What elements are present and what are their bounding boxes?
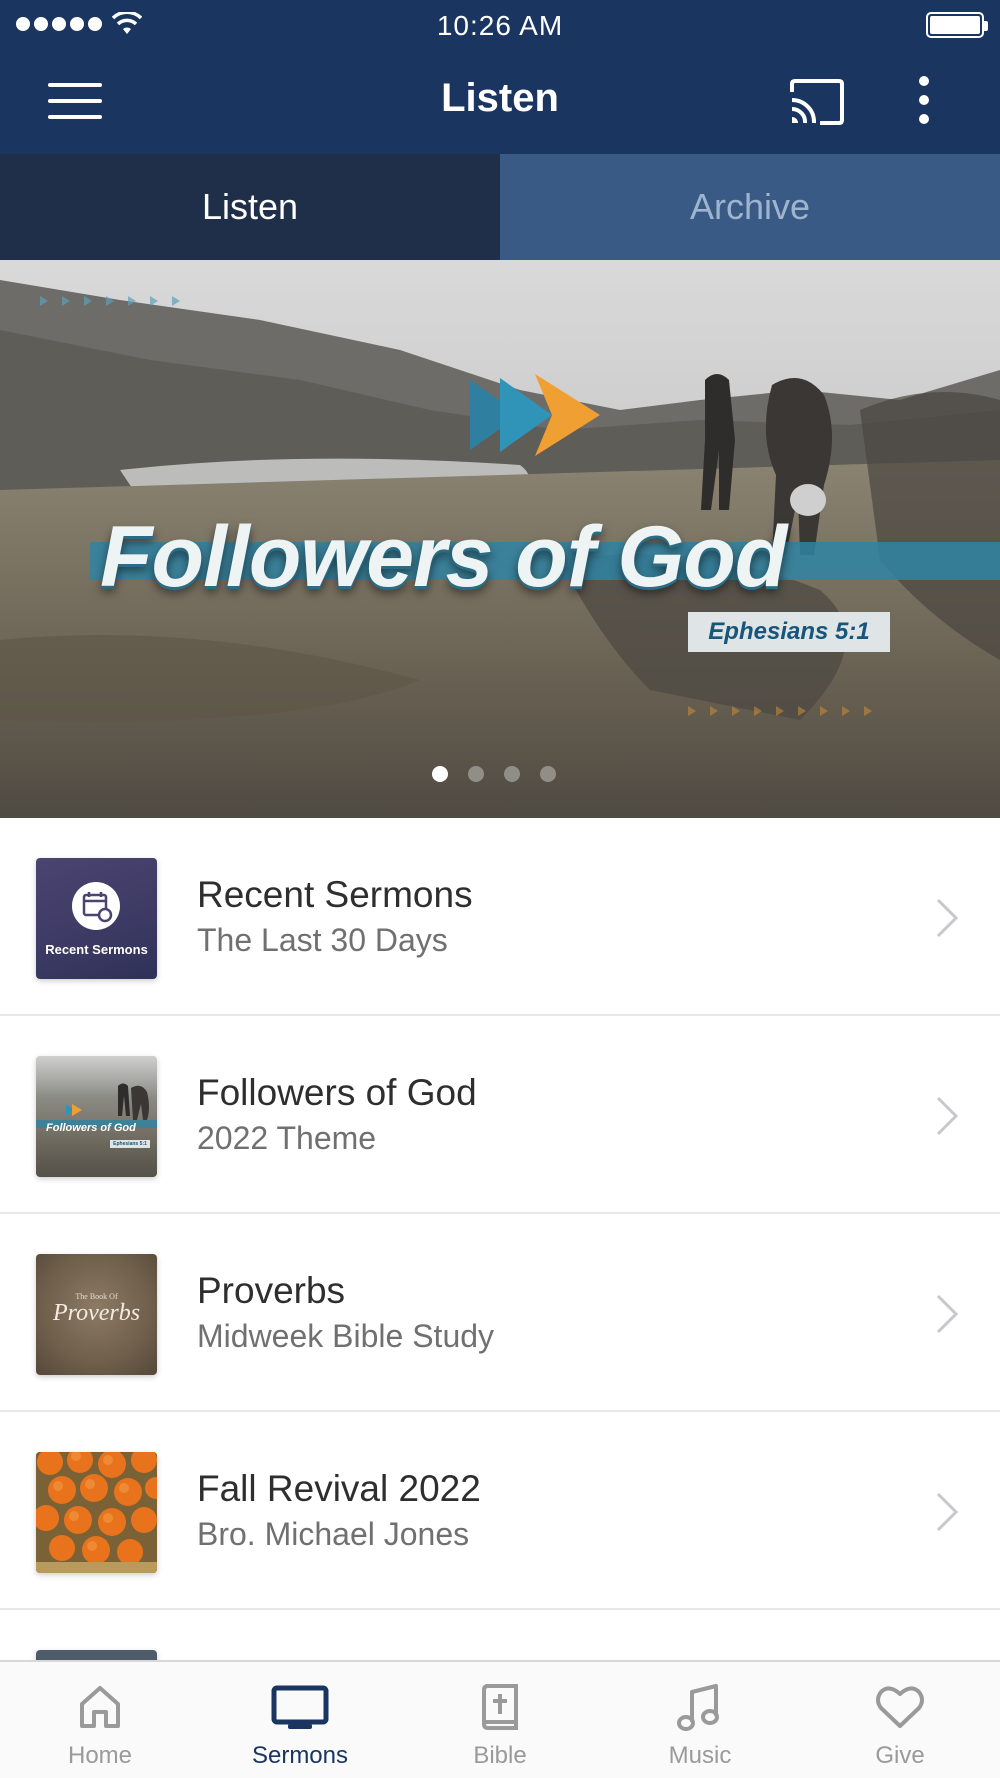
list-item-proverbs[interactable]: The Book Of Proverbs Proverbs Midweek Bi…	[0, 1214, 1000, 1412]
thumbnail-label: Followers of God	[46, 1122, 136, 1134]
series-thumbnail	[36, 1650, 157, 1660]
series-thumbnail: The Book Of Proverbs	[36, 1254, 157, 1375]
bottom-tab-sermons[interactable]: Sermons	[200, 1662, 400, 1778]
list-item-followers-of-god[interactable]: Followers of God Ephesians 5:1 Followers…	[0, 1016, 1000, 1214]
music-note-icon	[677, 1684, 719, 1731]
hero-banner[interactable]: Followers of God Ephesians 5:1	[0, 260, 1000, 818]
list-item-title: Followers of God	[197, 1072, 477, 1113]
bottom-tab-label: Bible	[473, 1742, 527, 1769]
list-item-recent-sermons[interactable]: Recent Sermons Recent Sermons The Last 3…	[0, 818, 1000, 1016]
top-bar: 10:26 AM Listen	[0, 0, 1000, 154]
chevron-right-icon	[936, 1492, 959, 1532]
more-vertical-icon	[919, 76, 929, 86]
nav-bar: Listen	[0, 50, 1000, 154]
list-item-subtitle: 2022 Theme	[197, 1120, 377, 1156]
bottom-tab-label: Sermons	[251, 1742, 349, 1769]
carousel-dot-1[interactable]	[432, 766, 448, 782]
bottom-tab-bar: Home Sermons Bible Music Give	[0, 1660, 1000, 1778]
home-icon	[80, 1686, 120, 1728]
thumbnail-reference: Ephesians 5:1	[110, 1140, 150, 1148]
list-item-title: Recent Sermons	[197, 874, 473, 915]
hero-title: Followers of God	[100, 509, 787, 605]
tv-icon	[271, 1685, 329, 1729]
series-thumbnail: Followers of God Ephesians 5:1	[36, 1056, 157, 1177]
series-thumbnail	[36, 1452, 157, 1573]
page-title: Listen	[441, 76, 559, 120]
bottom-tab-label: Music	[668, 1742, 732, 1769]
bottom-tab-give[interactable]: Give	[800, 1662, 1000, 1778]
list-item-subtitle: The Last 30 Days	[197, 922, 448, 958]
carousel-dot-4[interactable]	[540, 766, 556, 782]
status-bar: 10:26 AM	[0, 0, 1000, 50]
hero-scripture-reference: Ephesians 5:1	[688, 612, 890, 652]
carousel-dot-2[interactable]	[468, 766, 484, 782]
list-item-subtitle: Bro. Michael Jones	[197, 1516, 470, 1552]
sermon-series-list: Recent Sermons Recent Sermons The Last 3…	[0, 818, 1000, 1660]
tab-archive[interactable]: Archive	[500, 154, 1000, 260]
tab-listen[interactable]: Listen	[0, 154, 500, 260]
thumbnail-label: Recent Sermons	[45, 942, 148, 957]
chevron-right-icon	[936, 898, 959, 938]
cast-icon	[790, 79, 844, 125]
cast-button[interactable]	[788, 78, 846, 126]
list-item-partial[interactable]	[0, 1610, 1000, 1660]
list-item-subtitle: Midweek Bible Study	[197, 1318, 495, 1354]
bottom-tab-bible[interactable]: Bible	[400, 1662, 600, 1778]
list-item-fall-revival[interactable]: Fall Revival 2022 Bro. Michael Jones	[0, 1412, 1000, 1610]
battery-icon	[926, 12, 988, 38]
menu-button[interactable]	[48, 83, 102, 119]
segment-tabs: Listen Archive	[0, 154, 1000, 260]
calendar-refresh-icon	[72, 882, 120, 930]
chevron-right-icon	[936, 1096, 959, 1136]
bottom-tab-music[interactable]: Music	[600, 1662, 800, 1778]
bottom-tab-label: Home	[67, 1742, 133, 1769]
bottom-tab-label: Give	[875, 1742, 925, 1769]
thumbnail-label: Proverbs	[52, 1300, 141, 1326]
hamburger-icon	[48, 83, 102, 87]
more-options-button[interactable]	[912, 76, 936, 130]
series-thumbnail: Recent Sermons	[36, 858, 157, 979]
bottom-tab-home[interactable]: Home	[0, 1662, 200, 1778]
pumpkins-image	[36, 1452, 157, 1573]
list-item-title: Proverbs	[197, 1270, 346, 1311]
list-item-title: Fall Revival 2022	[197, 1468, 481, 1509]
bible-icon	[482, 1684, 518, 1730]
chevron-right-icon	[936, 1294, 959, 1334]
carousel-dot-3[interactable]	[504, 766, 520, 782]
status-time: 10:26 AM	[436, 10, 564, 41]
heart-icon	[876, 1686, 924, 1728]
carousel-dots	[432, 766, 556, 782]
